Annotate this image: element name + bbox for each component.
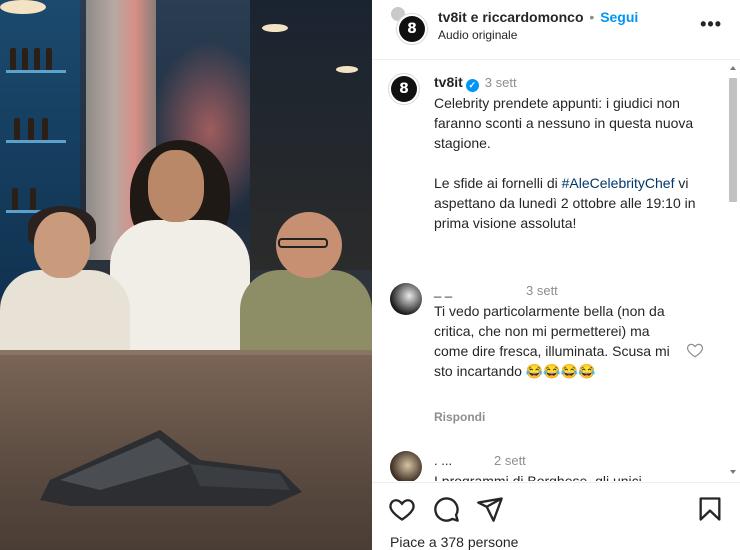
- person-head: [34, 212, 90, 278]
- post-sidebar: 8 tv8it e riccardomonco • Segui Audio or…: [372, 0, 740, 550]
- bottle: [28, 118, 34, 140]
- person-head: [148, 150, 204, 222]
- caption-username[interactable]: tv8it: [434, 74, 463, 90]
- separator-dot: •: [589, 9, 595, 25]
- ceiling-lamp: [262, 24, 288, 32]
- heart-icon[interactable]: [686, 341, 704, 359]
- bottle: [30, 188, 36, 210]
- comment-time: 2 sett: [494, 453, 526, 468]
- caption-header: tv8it ✓ 3 sett: [434, 74, 517, 92]
- comment-avatar[interactable]: [390, 283, 422, 315]
- header-usernames[interactable]: tv8it e riccardomonco • Segui: [438, 9, 638, 25]
- comment-icon[interactable]: [432, 495, 460, 523]
- bookmark-icon[interactable]: [696, 495, 724, 523]
- bottle: [12, 188, 18, 210]
- more-horizontal-icon[interactable]: •••: [700, 14, 722, 35]
- comment-text: Ti vedo particolarmente bella (non da cr…: [434, 303, 670, 379]
- comment-username[interactable]: _ _: [434, 283, 452, 298]
- audio-link[interactable]: Audio originale: [438, 28, 517, 42]
- reply-button[interactable]: Rispondi: [434, 410, 485, 424]
- follow-button[interactable]: Segui: [600, 9, 638, 25]
- likes-count[interactable]: Piace a 378 persone: [390, 534, 518, 550]
- ceiling-lamp: [0, 0, 46, 14]
- verified-badge-icon: ✓: [465, 79, 479, 92]
- scrollbar-thumb[interactable]: [729, 78, 737, 202]
- hashtag-link[interactable]: #AleCelebrityChef: [562, 175, 675, 191]
- glasses: [278, 238, 328, 248]
- tv8-logo-icon: 8: [391, 76, 417, 102]
- tv8-logo-icon: 8: [399, 16, 425, 42]
- bottle: [10, 48, 16, 70]
- person-chef: [110, 220, 250, 355]
- comments-scroll-area[interactable]: 8 tv8it ✓ 3 sett Celebrity prendete appunt…: [372, 61, 740, 481]
- comment-text: I programmi di Borghese, gli unici: [434, 473, 642, 481]
- bottle: [14, 118, 20, 140]
- comment-username[interactable]: . ...: [434, 453, 452, 468]
- bottle: [34, 48, 40, 70]
- shelf-light: [6, 140, 66, 143]
- bottle: [46, 48, 52, 70]
- comment-time: 3 sett: [526, 283, 558, 298]
- heart-icon[interactable]: [388, 495, 416, 523]
- scroll-up-arrow-icon[interactable]: [730, 66, 736, 70]
- bottle: [42, 118, 48, 140]
- send-icon[interactable]: [476, 495, 504, 523]
- post-header: 8 tv8it e riccardomonco • Segui Audio or…: [372, 0, 740, 60]
- header-username[interactable]: tv8it e riccardomonco: [438, 9, 584, 25]
- caption-avatar[interactable]: 8: [388, 73, 420, 105]
- scrollbar[interactable]: [728, 64, 738, 476]
- ceiling-lamp: [336, 66, 358, 73]
- author-avatar[interactable]: 8: [396, 13, 428, 45]
- caption-text: Celebrity prendete appunti: i giudici no…: [434, 93, 714, 233]
- bottle: [22, 48, 28, 70]
- shelf-light: [6, 70, 66, 73]
- caption-time[interactable]: 3 sett: [485, 75, 517, 90]
- scroll-down-arrow-icon[interactable]: [730, 470, 736, 474]
- action-bar: Piace a 378 persone: [372, 482, 740, 550]
- post-image[interactable]: [0, 0, 372, 550]
- table-sculpture: [40, 430, 302, 506]
- comment-avatar[interactable]: [390, 451, 422, 481]
